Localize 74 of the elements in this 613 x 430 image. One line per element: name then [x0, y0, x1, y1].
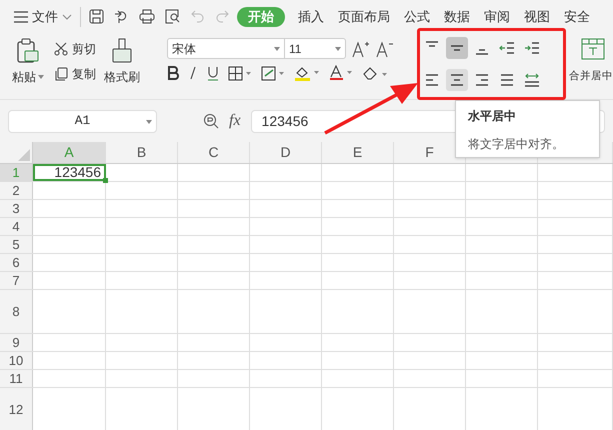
column-header[interactable]: E	[322, 142, 394, 163]
align-bottom-icon	[474, 49, 490, 55]
font-size-field[interactable]: 11	[284, 38, 346, 59]
clipboard-icon	[16, 38, 40, 64]
copy-button[interactable]: 复制	[54, 65, 96, 83]
italic-icon[interactable]	[188, 66, 198, 80]
export-icon[interactable]	[114, 9, 129, 24]
caret-icon	[335, 46, 341, 50]
row-header[interactable]: 9	[0, 334, 33, 351]
font-color-icon[interactable]	[329, 65, 353, 81]
caret-icon	[146, 120, 152, 124]
tooltip-text: 将文字居中对齐。	[468, 136, 565, 153]
name-box[interactable]: A1	[8, 110, 157, 132]
row-header[interactable]: 4	[0, 218, 33, 235]
align-indent-icon	[524, 40, 540, 56]
align-center-icon	[449, 72, 465, 88]
menu-icon	[14, 10, 28, 22]
ribbon-tab[interactable]: 审阅	[477, 6, 517, 26]
fill-color-icon[interactable]	[294, 65, 320, 81]
save-icon[interactable]	[89, 9, 104, 24]
ribbon-tab[interactable]: 页面布局	[331, 6, 397, 26]
increase-font-icon[interactable]	[352, 40, 370, 58]
column-header[interactable]: C	[178, 142, 250, 163]
file-menu[interactable]: 文件	[14, 6, 72, 26]
print-icon[interactable]	[139, 9, 155, 24]
scissors-icon	[54, 42, 68, 56]
row-header[interactable]: 12	[0, 388, 33, 430]
fx-label[interactable]: fx	[229, 109, 241, 133]
align-top-icon	[424, 41, 440, 47]
ribbon-tab[interactable]: 视图	[517, 6, 557, 26]
row-header[interactable]: 10	[0, 352, 33, 369]
merge-cells-icon	[581, 38, 605, 62]
align-button[interactable]	[446, 69, 468, 91]
merge-center-button[interactable]: 合并居中	[569, 38, 613, 99]
ribbon-tab[interactable]: 公式	[397, 6, 437, 26]
fill-handle[interactable]	[103, 178, 108, 183]
bold-icon[interactable]	[167, 66, 179, 80]
print-preview-icon[interactable]	[165, 9, 181, 24]
column-header[interactable]: B	[106, 142, 178, 163]
align-justify-icon	[499, 72, 515, 88]
font-name-field[interactable]: 宋体	[167, 38, 285, 59]
align-button[interactable]	[446, 37, 468, 59]
cell-style-icon[interactable]	[261, 66, 285, 80]
row-header[interactable]: 11	[0, 370, 33, 387]
underline-icon[interactable]	[207, 66, 219, 80]
ribbon-tab[interactable]: 插入	[291, 6, 331, 26]
align-middle-icon	[449, 45, 465, 51]
row-header[interactable]: 7	[0, 272, 33, 289]
ribbon-tab[interactable]: 数据	[437, 6, 477, 26]
row-header[interactable]: 8	[0, 290, 33, 333]
paint-brush-icon	[111, 38, 133, 64]
align-distributed-icon	[524, 72, 540, 88]
tooltip-title: 水平居中	[468, 108, 517, 125]
align-outdent-icon	[499, 40, 515, 56]
ribbon-tab[interactable]: 安全	[557, 6, 597, 26]
table-cell[interactable]: 123456	[33, 164, 106, 181]
format-painter-button[interactable]: 格式刷	[104, 38, 140, 86]
row-header[interactable]: 5	[0, 236, 33, 253]
caret-icon	[38, 75, 44, 79]
chevron-down-icon	[62, 14, 72, 20]
align-right-icon	[474, 72, 490, 88]
cut-button[interactable]: 剪切	[54, 40, 96, 58]
paste-button[interactable]: 粘贴	[10, 38, 46, 86]
row-header[interactable]: 2	[0, 182, 33, 199]
column-header[interactable]: D	[250, 142, 322, 163]
decrease-font-icon[interactable]	[376, 40, 394, 58]
copy-icon	[54, 67, 68, 81]
caret-icon	[274, 46, 280, 50]
align-left-icon	[424, 72, 440, 88]
row-header[interactable]: 3	[0, 200, 33, 217]
row-header[interactable]: 6	[0, 254, 33, 271]
border-icon[interactable]	[228, 66, 252, 80]
zoom-icon[interactable]	[203, 113, 219, 129]
eraser-icon[interactable]	[362, 65, 388, 81]
